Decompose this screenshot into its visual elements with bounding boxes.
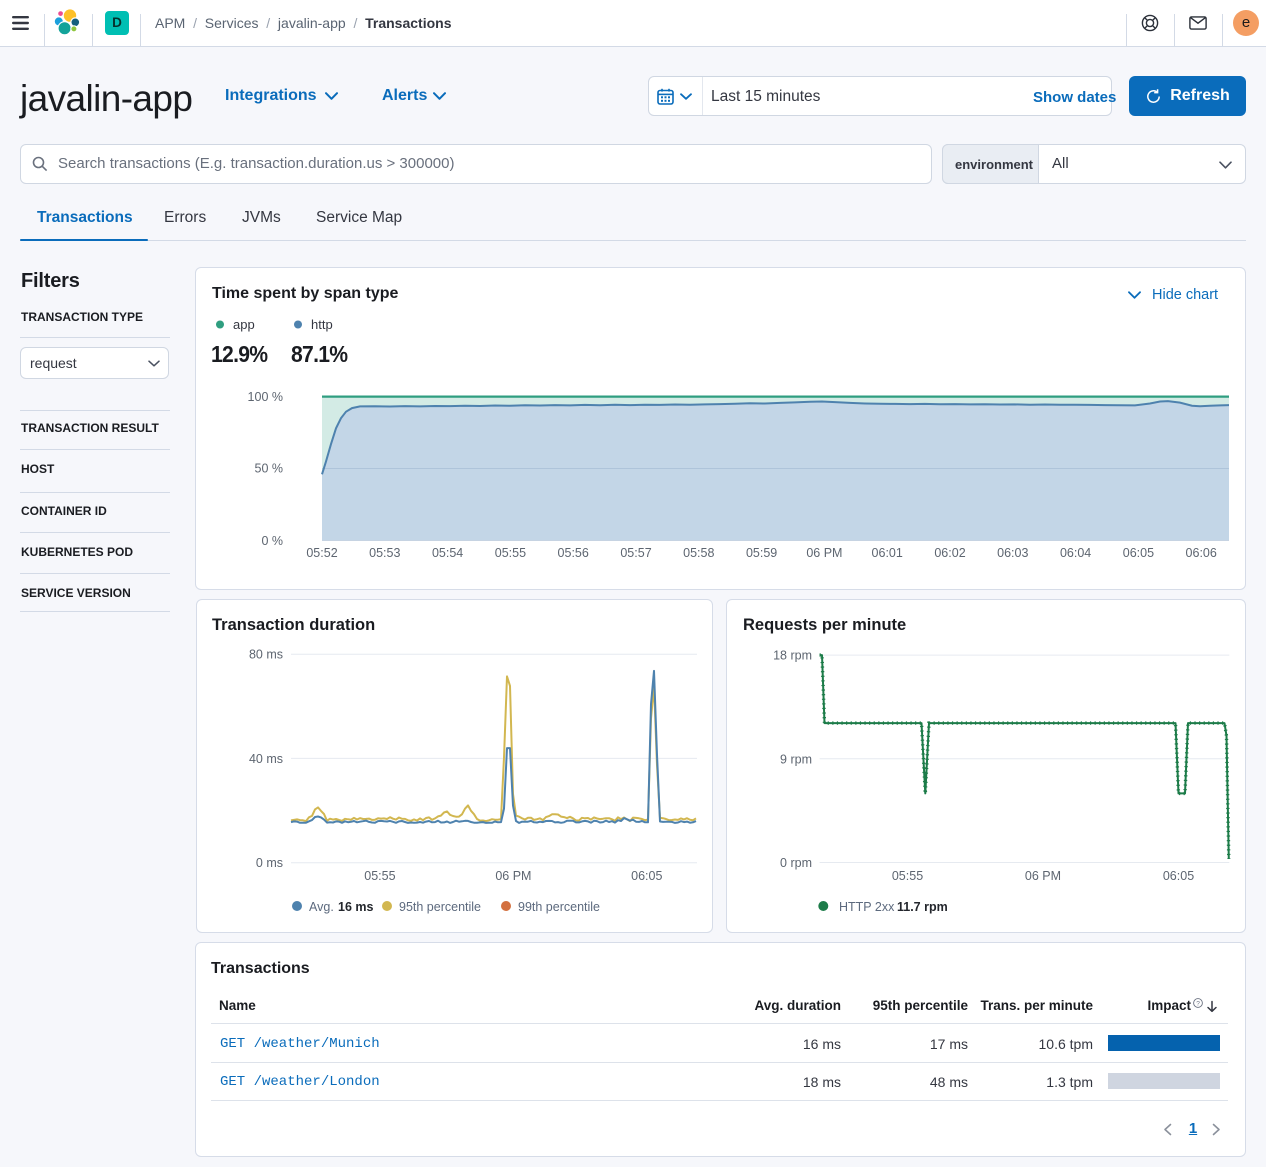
svg-text:100 %: 100 % bbox=[248, 390, 283, 404]
svg-text:80 ms: 80 ms bbox=[249, 648, 283, 662]
svg-text:05:57: 05:57 bbox=[620, 546, 651, 560]
svg-text:06:05: 06:05 bbox=[1163, 869, 1194, 883]
svg-text:06:05: 06:05 bbox=[1123, 546, 1154, 560]
svg-text:HTTP 2xx: HTTP 2xx bbox=[839, 900, 895, 914]
svg-text:95th percentile: 95th percentile bbox=[399, 900, 481, 914]
svg-text:0 ms: 0 ms bbox=[256, 856, 283, 870]
svg-text:0 %: 0 % bbox=[261, 534, 283, 548]
svg-text:?: ? bbox=[1196, 1000, 1200, 1007]
svg-text:06:04: 06:04 bbox=[1060, 546, 1091, 560]
svg-text:06 PM: 06 PM bbox=[1025, 869, 1061, 883]
svg-text:05:55: 05:55 bbox=[892, 869, 923, 883]
svg-text:Avg.: Avg. bbox=[309, 900, 334, 914]
svg-text:05:55: 05:55 bbox=[364, 869, 395, 883]
svg-text:11.7 rpm: 11.7 rpm bbox=[897, 900, 948, 914]
svg-text:18 rpm: 18 rpm bbox=[773, 649, 812, 663]
svg-text:40 ms: 40 ms bbox=[249, 752, 283, 766]
svg-text:06 PM: 06 PM bbox=[495, 869, 531, 883]
svg-text:16 ms: 16 ms bbox=[338, 900, 373, 914]
svg-text:0 rpm: 0 rpm bbox=[780, 856, 812, 870]
svg-text:05:52: 05:52 bbox=[306, 546, 337, 560]
svg-text:9 rpm: 9 rpm bbox=[780, 753, 812, 767]
svg-text:50 %: 50 % bbox=[255, 462, 284, 476]
svg-text:06:06: 06:06 bbox=[1186, 546, 1217, 560]
svg-text:06:05: 06:05 bbox=[631, 869, 662, 883]
svg-text:06:01: 06:01 bbox=[872, 546, 903, 560]
svg-text:06 PM: 06 PM bbox=[806, 546, 842, 560]
svg-text:05:55: 05:55 bbox=[495, 546, 526, 560]
svg-text:06:03: 06:03 bbox=[997, 546, 1028, 560]
svg-text:05:58: 05:58 bbox=[683, 546, 714, 560]
svg-text:05:54: 05:54 bbox=[432, 546, 463, 560]
svg-text:05:59: 05:59 bbox=[746, 546, 777, 560]
svg-text:05:53: 05:53 bbox=[369, 546, 400, 560]
svg-text:06:02: 06:02 bbox=[934, 546, 965, 560]
svg-text:99th percentile: 99th percentile bbox=[518, 900, 600, 914]
svg-text:05:56: 05:56 bbox=[558, 546, 589, 560]
